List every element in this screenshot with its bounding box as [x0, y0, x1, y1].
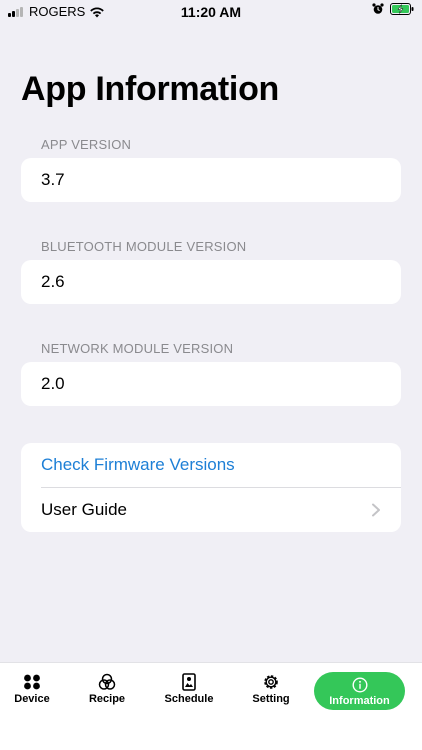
app-version-value: 3.7 [41, 170, 65, 189]
chevron-right-icon [372, 503, 380, 517]
tab-recipe-label: Recipe [88, 693, 126, 705]
battery-charging-icon [390, 3, 414, 15]
info-icon [351, 677, 368, 693]
recipe-icon [98, 673, 116, 690]
network-version-value: 2.0 [41, 374, 65, 393]
tab-schedule[interactable]: Schedule [154, 673, 224, 705]
links-card: Check Firmware Versions User Guide [21, 443, 401, 532]
tab-schedule-label: Schedule [164, 693, 214, 705]
status-right [372, 3, 414, 15]
app-version-card: 3.7 [21, 158, 401, 202]
schedule-icon [182, 673, 196, 691]
tab-information[interactable]: Information [314, 672, 405, 710]
bluetooth-version-header: BLUETOOTH MODULE VERSION [41, 239, 247, 254]
bluetooth-version-value: 2.6 [41, 272, 65, 291]
check-firmware-link[interactable]: Check Firmware Versions [41, 455, 235, 475]
tab-setting-label: Setting [252, 693, 290, 705]
home-indicator-area [0, 717, 422, 750]
status-bar: ROGERS 11:20 AM [0, 0, 422, 24]
tab-setting[interactable]: Setting [236, 673, 306, 705]
user-guide-label: User Guide [41, 500, 127, 519]
user-guide-row[interactable]: User Guide [21, 488, 401, 532]
device-grid-icon [24, 674, 40, 690]
bluetooth-version-card: 2.6 [21, 260, 401, 304]
tab-information-label: Information [329, 695, 390, 707]
alarm-clock-icon [372, 3, 384, 14]
network-version-card: 2.0 [21, 362, 401, 406]
gear-icon [264, 675, 278, 689]
tab-device[interactable]: Device [0, 673, 67, 705]
tab-device-label: Device [14, 693, 50, 705]
network-version-header: NETWORK MODULE VERSION [41, 341, 234, 356]
tab-bar: Device Recipe Schedule Setting Informati… [0, 662, 422, 717]
page-title: App Information [21, 70, 280, 108]
check-firmware-row[interactable]: Check Firmware Versions [21, 443, 401, 487]
app-version-header: APP VERSION [41, 137, 132, 152]
tab-recipe[interactable]: Recipe [72, 673, 142, 705]
status-time: 11:20 AM [180, 4, 242, 20]
